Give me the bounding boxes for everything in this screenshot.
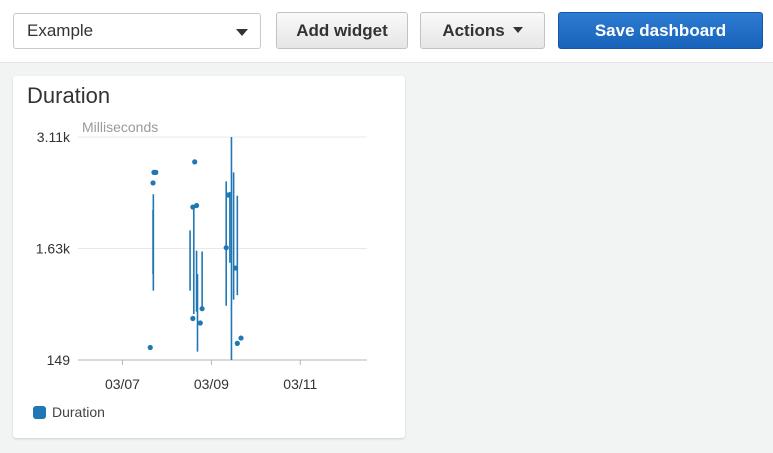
y-axis-label: Milliseconds (82, 119, 158, 135)
data-point (225, 192, 231, 198)
dashboard-select-value: Example (27, 21, 94, 40)
actions-button-label: Actions (442, 21, 505, 40)
data-point (223, 245, 229, 251)
x-tick-label: 03/11 (283, 376, 317, 392)
y-tick-label: 3.11k (37, 129, 71, 145)
duration-widget[interactable]: Duration Milliseconds 3.11k 1.63k 149 03/07 0… (13, 76, 405, 438)
save-dashboard-button[interactable]: Save dashboard (558, 12, 763, 49)
data-point (197, 320, 203, 326)
data-point (193, 202, 200, 209)
data-point (199, 306, 205, 312)
chevron-down-icon (236, 29, 248, 36)
data-point (147, 344, 153, 351)
data-point (153, 169, 159, 175)
data-point (192, 159, 198, 165)
dashboard-select[interactable]: Example (13, 13, 261, 49)
add-widget-button[interactable]: Add widget (276, 12, 408, 49)
x-tick-label: 03/09 (194, 376, 229, 392)
y-tick-label: 149 (47, 352, 71, 368)
legend-swatch (33, 406, 46, 419)
duration-chart: Milliseconds 3.11k 1.63k 149 03/07 03/09 03/11 (36, 119, 367, 392)
y-tick-label: 1.63k (36, 240, 71, 256)
data-point (190, 315, 196, 322)
dashboard-toolbar: Example Add widget Actions Save dashboar… (0, 0, 773, 63)
chart-legend[interactable]: Duration (33, 404, 105, 420)
actions-button[interactable]: Actions (420, 12, 545, 49)
legend-label: Duration (52, 404, 105, 420)
x-tick-label: 03/07 (105, 376, 140, 392)
caret-down-icon (512, 26, 523, 33)
data-point (150, 180, 156, 186)
data-point (232, 265, 239, 271)
data-point (234, 340, 240, 346)
data-point (238, 335, 244, 341)
